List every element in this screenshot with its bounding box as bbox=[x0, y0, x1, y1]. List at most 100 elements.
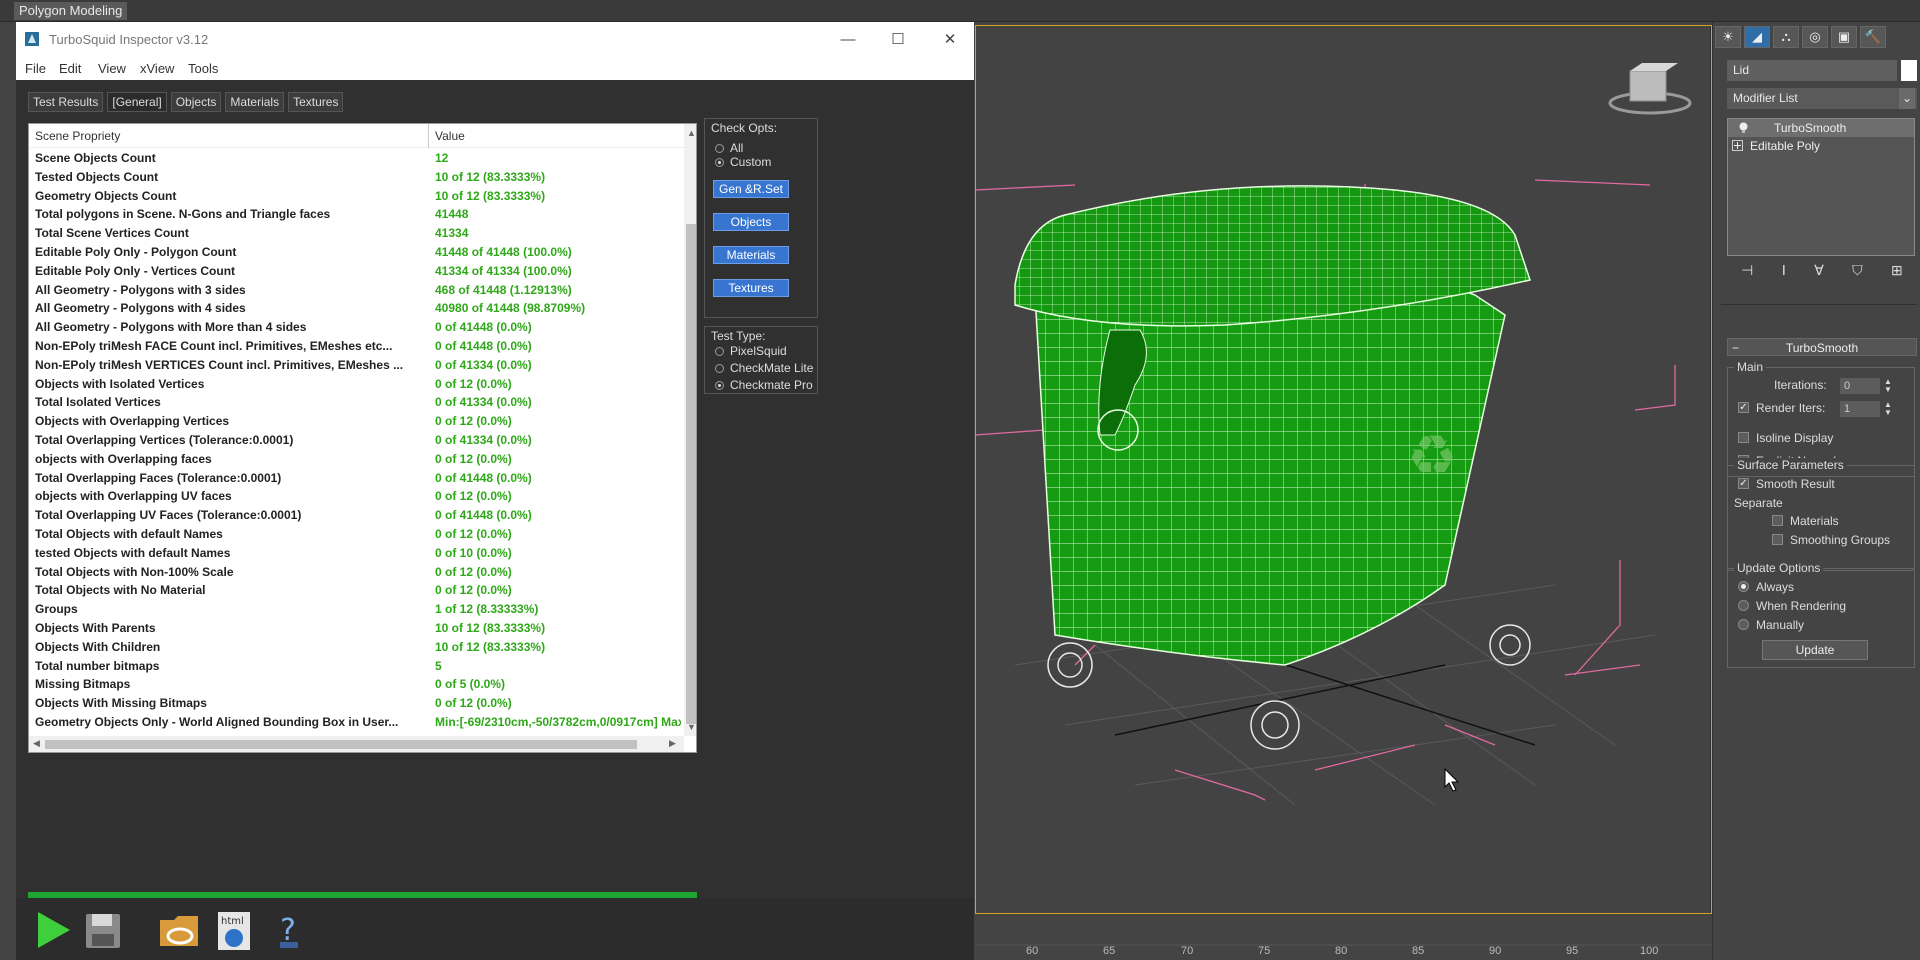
table-row[interactable]: Objects With Missing Bitmaps 0 of 12 (0.0… bbox=[29, 694, 684, 713]
table-row[interactable]: Objects with Isolated Vertices 0 of 12 (0… bbox=[29, 375, 684, 394]
menu-view[interactable]: View bbox=[98, 61, 126, 76]
table-row[interactable]: Geometry Objects Count 10 of 12 (83.3333%… bbox=[29, 187, 684, 206]
tab-textures[interactable]: Textures bbox=[288, 92, 344, 112]
show-end-result-icon[interactable]: Ⅰ bbox=[1782, 262, 1786, 284]
table-row[interactable]: Total Objects with No Material 0 of 12 (0… bbox=[29, 581, 684, 600]
table-row[interactable]: Total Overlapping Vertices (Tolerance:0.… bbox=[29, 431, 684, 450]
minimize-icon[interactable]: — bbox=[836, 28, 860, 52]
all-radio[interactable]: All bbox=[715, 141, 743, 155]
perspective-viewport[interactable]: ♻ bbox=[975, 25, 1711, 914]
expand-plus-icon[interactable] bbox=[1732, 140, 1743, 151]
table-row[interactable]: Editable Poly Only - Vertices Count 41334… bbox=[29, 262, 684, 281]
scroll-right-icon[interactable]: ▶ bbox=[669, 738, 676, 749]
scroll-up-icon[interactable]: ▲ bbox=[687, 128, 696, 138]
tab-materials[interactable]: Materials bbox=[225, 92, 285, 112]
table-row[interactable]: Total polygons in Scene. N-Gons and Tria… bbox=[29, 205, 684, 224]
manually-radio[interactable] bbox=[1738, 619, 1749, 630]
table-row[interactable]: Geometry Objects Only - World Aligned Bo… bbox=[29, 713, 684, 732]
objects-button[interactable]: Objects bbox=[713, 213, 789, 231]
motion-tab-icon[interactable]: ◎ bbox=[1802, 26, 1828, 48]
make-unique-icon[interactable]: ∀ bbox=[1814, 262, 1824, 284]
display-tab-icon[interactable]: ▣ bbox=[1831, 26, 1857, 48]
menu-file[interactable]: File bbox=[25, 61, 46, 76]
table-row[interactable]: Editable Poly Only - Polygon Count 41448 … bbox=[29, 243, 684, 262]
pin-stack-icon[interactable]: ⊣ bbox=[1741, 262, 1753, 284]
horizontal-scrollbar[interactable]: ◀ ▶ bbox=[29, 736, 684, 752]
table-row[interactable]: tested Objects with default Names 0 of 10… bbox=[29, 544, 684, 563]
scroll-left-icon[interactable]: ◀ bbox=[33, 738, 40, 749]
radio-icon[interactable] bbox=[715, 381, 724, 390]
hierarchy-tab-icon[interactable]: ⛬ bbox=[1773, 26, 1799, 48]
table-row[interactable]: Non-EPoly triMesh VERTICES Count incl. P… bbox=[29, 356, 684, 375]
tab-test-results[interactable]: Test Results bbox=[28, 92, 104, 112]
table-row[interactable]: Total Overlapping Faces (Tolerance:0.000… bbox=[29, 469, 684, 488]
textures-button[interactable]: Textures bbox=[713, 279, 789, 297]
column-divider[interactable] bbox=[428, 124, 429, 148]
table-row[interactable]: All Geometry - Polygons with 4 sides 4098… bbox=[29, 299, 684, 318]
column-header-value[interactable]: Value bbox=[435, 129, 465, 143]
timeline-ruler[interactable]: 60 65 70 75 80 85 90 95 100 bbox=[975, 915, 1712, 960]
play-icon[interactable] bbox=[30, 908, 76, 952]
scroll-down-icon[interactable]: ▼ bbox=[687, 722, 696, 732]
vertical-scroll-thumb[interactable] bbox=[686, 224, 696, 724]
table-row[interactable]: Tested Objects Count 10 of 12 (83.3333%) bbox=[29, 168, 684, 187]
render-iters-spinner[interactable]: 1 bbox=[1840, 401, 1880, 417]
isoline-display-checkbox[interactable] bbox=[1738, 432, 1749, 443]
folder-icon[interactable] bbox=[156, 908, 202, 952]
table-row[interactable]: Total Objects with Non-100% Scale 0 of 12… bbox=[29, 563, 684, 582]
turbosmooth-rollout-header[interactable]: − TurboSmooth bbox=[1727, 338, 1917, 356]
horizontal-scroll-thumb[interactable] bbox=[45, 740, 637, 749]
html-icon[interactable]: html bbox=[212, 908, 258, 952]
table-row[interactable]: objects with Overlapping faces 0 of 12 (0… bbox=[29, 450, 684, 469]
table-row[interactable]: Total number bitmaps 5 bbox=[29, 657, 684, 676]
utilities-tab-icon[interactable]: 🔨 bbox=[1860, 26, 1886, 48]
radio-icon[interactable] bbox=[715, 364, 724, 373]
table-row[interactable]: Objects With Parents 10 of 12 (83.3333%) bbox=[29, 619, 684, 638]
remove-modifier-icon[interactable]: ⛉ bbox=[1852, 262, 1863, 284]
save-icon[interactable] bbox=[80, 908, 126, 952]
materials-checkbox[interactable] bbox=[1772, 515, 1783, 526]
spinner-arrows-icon[interactable]: ▲ ▼ bbox=[1883, 401, 1893, 417]
render-iters-checkbox[interactable]: ✓ bbox=[1738, 402, 1749, 413]
radio-icon[interactable] bbox=[715, 347, 724, 356]
spinner-arrows-icon[interactable]: ▲ ▼ bbox=[1883, 378, 1893, 394]
table-row[interactable]: Geometry Objects Only - World Aligned Bo… bbox=[29, 732, 684, 733]
configure-sets-icon[interactable]: ⊞ bbox=[1891, 262, 1903, 284]
when-rendering-radio[interactable] bbox=[1738, 600, 1749, 611]
create-tab-icon[interactable]: ☀ bbox=[1715, 26, 1741, 48]
smooth-result-checkbox[interactable]: ✓ bbox=[1738, 478, 1749, 489]
table-row[interactable]: Total Scene Vertices Count 41334 bbox=[29, 224, 684, 243]
menu-tools[interactable]: Tools bbox=[188, 61, 218, 76]
iterations-spinner[interactable]: 0 bbox=[1840, 378, 1880, 394]
smoothing-groups-checkbox[interactable] bbox=[1772, 534, 1783, 545]
menu-edit[interactable]: Edit bbox=[59, 61, 81, 76]
object-name-field[interactable]: Lid bbox=[1727, 60, 1897, 81]
materials-button[interactable]: Materials bbox=[713, 246, 789, 264]
pixelsquid-radio[interactable]: PixelSquid bbox=[715, 344, 787, 358]
close-icon[interactable]: ✕ bbox=[938, 28, 962, 52]
inspector-titlebar[interactable]: TurboSquid Inspector v3.12 — ☐ ✕ bbox=[16, 22, 974, 58]
lightbulb-icon[interactable] bbox=[1738, 122, 1749, 133]
gen-rset-button[interactable]: Gen &R.Set bbox=[713, 180, 789, 198]
stack-item-editable-poly[interactable]: Editable Poly bbox=[1728, 137, 1914, 155]
modify-tab-icon[interactable]: ◢ bbox=[1744, 26, 1770, 48]
update-button[interactable]: Update bbox=[1762, 640, 1868, 660]
table-row[interactable]: Scene Objects Count 12 bbox=[29, 149, 684, 168]
table-row[interactable]: All Geometry - Polygons with 3 sides 468 … bbox=[29, 281, 684, 300]
checkmate-pro-radio[interactable]: Checkmate Pro bbox=[715, 378, 813, 392]
table-row[interactable]: Groups 1 of 12 (8.33333%) bbox=[29, 600, 684, 619]
help-icon[interactable]: ? bbox=[266, 908, 312, 952]
stack-item-turbosmooth[interactable]: TurboSmooth bbox=[1728, 119, 1914, 137]
vertical-scrollbar[interactable]: ▲ ▼ bbox=[684, 124, 696, 736]
table-row[interactable]: Missing Bitmaps 0 of 5 (0.0%) bbox=[29, 675, 684, 694]
table-row[interactable]: Total Objects with default Names 0 of 12 … bbox=[29, 525, 684, 544]
radio-icon[interactable] bbox=[715, 144, 724, 153]
modifier-list-dropdown[interactable]: Modifier List ⌄ bbox=[1727, 88, 1917, 109]
custom-radio[interactable]: Custom bbox=[715, 155, 771, 169]
table-row[interactable]: All Geometry - Polygons with More than 4… bbox=[29, 318, 684, 337]
tab-general[interactable]: [General] bbox=[107, 92, 167, 112]
radio-icon[interactable] bbox=[715, 158, 724, 167]
column-header-property[interactable]: Scene Propriety bbox=[35, 129, 120, 143]
ribbon-title[interactable]: Polygon Modeling bbox=[14, 2, 128, 20]
always-radio[interactable] bbox=[1738, 581, 1749, 592]
